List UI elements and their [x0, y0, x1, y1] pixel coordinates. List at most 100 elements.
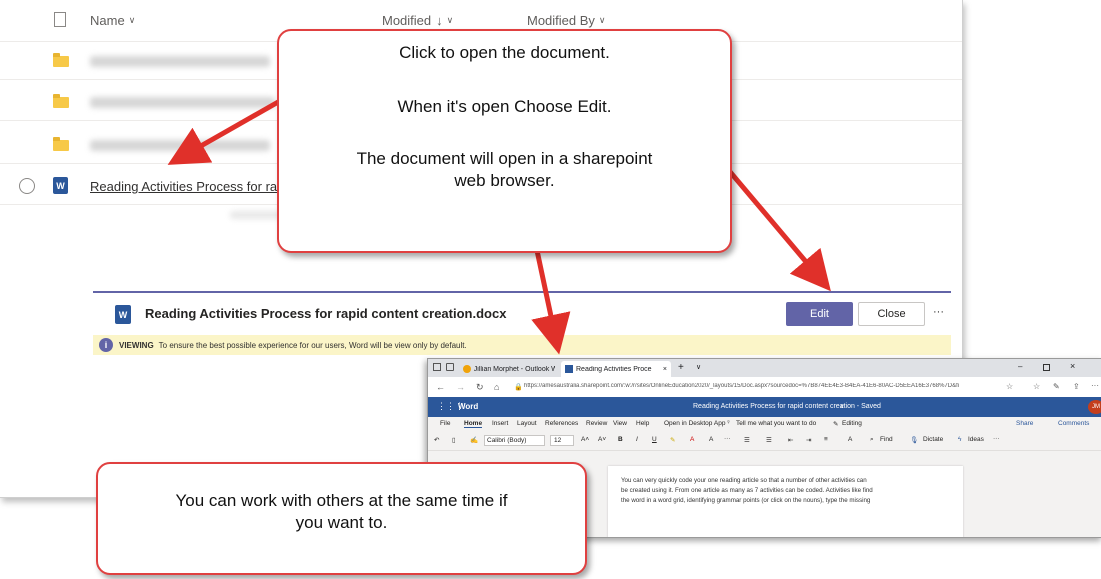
find-button[interactable]: Find	[880, 436, 893, 443]
tab-actions-icon[interactable]	[446, 363, 454, 371]
microphone-icon: 🎙	[910, 437, 919, 444]
italic-icon[interactable]: I	[636, 436, 638, 443]
column-header-modified-label: Modified	[382, 12, 432, 28]
body-line: You can very quickly code your one readi…	[621, 477, 867, 484]
document-page[interactable]: You can very quickly code your one readi…	[608, 466, 963, 537]
document-title[interactable]: Reading Activities Process for rapid con…	[693, 403, 881, 410]
pen-icon[interactable]: ✎	[1053, 382, 1060, 391]
tab-references[interactable]: References	[545, 420, 578, 427]
blurred-folder-name[interactable]	[90, 56, 270, 67]
grow-font-icon[interactable]: A˄	[581, 436, 589, 443]
lock-icon: 🔒	[514, 384, 523, 391]
numbering-icon[interactable]: ☰	[766, 436, 772, 444]
comments-button[interactable]: Comments	[1058, 420, 1089, 427]
lightbulb-icon: ♀	[726, 419, 731, 426]
more-font-options-icon[interactable]: ···	[724, 435, 731, 442]
browser-more-icon[interactable]: ···	[1091, 381, 1099, 390]
tab-insert[interactable]: Insert	[492, 420, 508, 427]
toolbar-more-icon[interactable]: ···	[993, 435, 1000, 442]
favorite-star-icon[interactable]: ☆	[1006, 382, 1013, 391]
column-header-name[interactable]: Name ∨	[90, 8, 135, 32]
blurred-folder-name[interactable]	[90, 140, 270, 151]
format-painter-icon[interactable]: ✍	[470, 436, 478, 444]
file-type-icon	[54, 12, 66, 27]
tab-file[interactable]: File	[440, 420, 450, 427]
ideas-icon: ϟ	[958, 436, 962, 443]
align-icon[interactable]: ≡	[824, 436, 828, 443]
tab-review[interactable]: Review	[586, 420, 607, 427]
new-tab-icon[interactable]: +	[678, 362, 684, 373]
chevron-down-icon: ∨	[446, 14, 454, 25]
paste-icon[interactable]: ▯	[452, 436, 456, 444]
ideas-button[interactable]: Ideas	[968, 436, 984, 443]
word-icon	[565, 365, 573, 373]
editing-mode-dropdown[interactable]: Editing	[842, 420, 862, 427]
callout-line: You can work with others at the same tim…	[175, 491, 508, 510]
browser-tab-bar: Jillian Morphet - Outlook W Reading Acti…	[428, 359, 1101, 377]
column-header-name-label: Name	[90, 12, 125, 28]
file-name-link[interactable]: Reading Activities Process for ra	[90, 179, 277, 194]
tab-outlook[interactable]: Jillian Morphet - Outlook W	[459, 361, 559, 377]
callout-line: When it's open Choose Edit.	[397, 97, 612, 116]
tab-layout[interactable]: Layout	[517, 420, 537, 427]
tab-word-doc-label: Reading Activities Proce	[576, 365, 652, 373]
row-select-radio[interactable]	[19, 178, 35, 194]
tell-me-search[interactable]: Tell me what you want to do	[736, 420, 816, 427]
back-icon[interactable]: ←	[436, 382, 445, 392]
tab-word-doc[interactable]: Reading Activities Proce ×	[561, 361, 671, 377]
address-bar-row: ← → ↻ ⌂ 🔒 https://amesaustralia.sharepoi…	[428, 377, 1101, 398]
folder-icon	[53, 137, 69, 151]
callout-line: The document will open in a sharepoint	[356, 149, 653, 168]
chevron-down-icon: ∨	[128, 14, 136, 25]
window-close-icon[interactable]: ×	[1070, 361, 1075, 371]
highlight-icon[interactable]: ✎	[670, 436, 675, 444]
favorites-icon[interactable]: ☆	[1033, 382, 1040, 391]
styles-icon[interactable]: A	[848, 436, 852, 443]
share-button[interactable]: Share	[1016, 420, 1033, 427]
dictate-button[interactable]: Dictate	[923, 436, 943, 443]
edit-button[interactable]: Edit	[786, 302, 853, 326]
decrease-indent-icon[interactable]: ⇤	[788, 436, 793, 444]
word-app-bar: ⋮⋮⋮ Word Reading Activities Process for …	[428, 397, 1101, 417]
tab-list-chevron-icon[interactable]: ∨	[696, 363, 701, 371]
font-color-icon[interactable]: A	[690, 436, 694, 443]
ribbon-tabs: File Home Insert Layout References Revie…	[428, 417, 1101, 432]
maximize-icon[interactable]	[1043, 364, 1050, 371]
increase-indent-icon[interactable]: ⇥	[806, 436, 811, 444]
tab-view[interactable]: View	[613, 420, 627, 427]
document-body[interactable]: You can very quickly code your one readi…	[621, 476, 951, 506]
tab-home[interactable]: Home	[464, 420, 483, 428]
home-ribbon-toolbar: ↶ ▯ ✍ Calibri (Body) 12 A˄ A˅ B I U ✎ A …	[428, 432, 1101, 451]
shrink-font-icon[interactable]: A˅	[598, 436, 606, 443]
undo-icon[interactable]: ↶	[434, 436, 439, 444]
share-icon[interactable]: ⇪	[1073, 382, 1080, 391]
tab-help[interactable]: Help	[636, 420, 649, 427]
body-line: the word in a word grid, identifying gra…	[621, 497, 871, 504]
word-file-icon: W	[115, 305, 131, 324]
url-field[interactable]: https://amesaustralia.sharepoint.com/:w:…	[524, 383, 994, 389]
underline-icon[interactable]: U	[652, 436, 657, 443]
bullets-icon[interactable]: ☰	[744, 436, 750, 444]
refresh-icon[interactable]: ↻	[476, 382, 484, 393]
minimize-icon[interactable]: –	[1018, 362, 1022, 371]
open-in-desktop-app[interactable]: Open in Desktop App	[664, 420, 725, 427]
user-avatar[interactable]: JM	[1088, 400, 1101, 414]
chevron-down-icon: ∨	[598, 14, 606, 25]
viewing-label: VIEWING	[119, 340, 154, 350]
font-size-select[interactable]: 12	[550, 435, 574, 446]
column-header-modified-by-label: Modified By	[527, 12, 595, 28]
bold-icon[interactable]: B	[618, 436, 623, 443]
chevron-down-icon[interactable]: ∨	[840, 403, 844, 410]
forward-icon[interactable]: →	[456, 382, 465, 392]
word-file-icon: W	[53, 177, 68, 194]
clear-formatting-icon[interactable]: A	[709, 436, 713, 443]
find-icon[interactable]: ⌕	[870, 436, 874, 444]
tab-close-icon[interactable]: ×	[663, 366, 667, 373]
blurred-folder-name[interactable]	[90, 97, 275, 108]
sort-descending-icon: ↓	[436, 12, 443, 28]
home-icon[interactable]: ⌂	[494, 382, 499, 392]
close-button[interactable]: Close	[858, 302, 925, 326]
app-name: Word	[458, 402, 479, 411]
more-options-icon[interactable]: ···	[933, 306, 944, 318]
font-name-select[interactable]: Calibri (Body)	[484, 435, 545, 446]
